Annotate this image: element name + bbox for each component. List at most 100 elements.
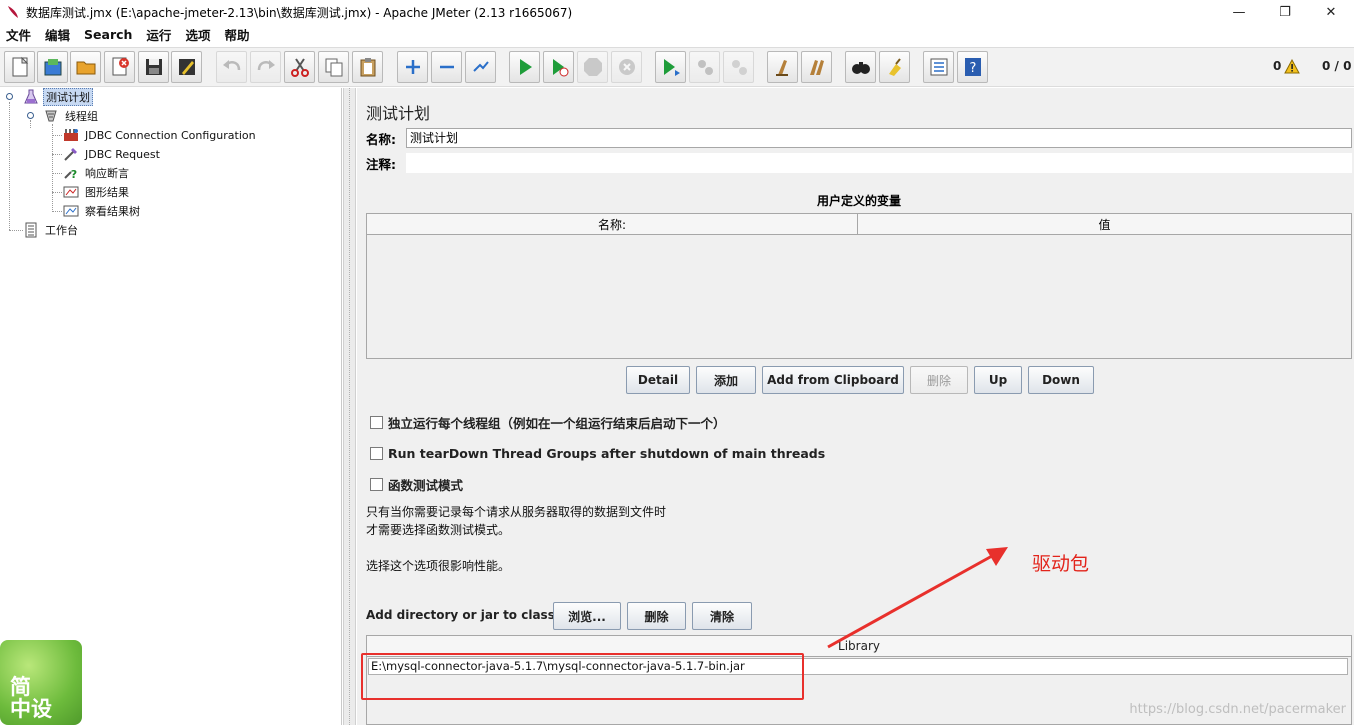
column-name[interactable]: 名称: bbox=[367, 214, 858, 234]
new-button[interactable] bbox=[4, 51, 35, 83]
table-header: 名称: 值 bbox=[367, 214, 1351, 235]
tree-node-jdbc-connection[interactable]: JDBC Connection Configuration bbox=[62, 126, 258, 144]
remote-exit-button[interactable] bbox=[723, 51, 754, 83]
minimize-button[interactable]: — bbox=[1216, 0, 1262, 24]
name-label: 名称: bbox=[366, 131, 396, 147]
user-variables-title: 用户定义的变量 bbox=[816, 194, 901, 208]
tree-node-test-plan[interactable]: 测试计划 bbox=[22, 88, 93, 106]
clear-button[interactable] bbox=[767, 51, 798, 83]
test-plan-icon bbox=[24, 89, 38, 104]
comment-label: 注释: bbox=[366, 156, 396, 172]
tree-node-jdbc-request[interactable]: JDBC Request bbox=[62, 145, 162, 163]
column-value[interactable]: 值 bbox=[858, 214, 1351, 234]
remote-exit-icon bbox=[731, 60, 747, 75]
collapse-all-button[interactable] bbox=[431, 51, 462, 83]
tree-node-graph-results[interactable]: 图形结果 bbox=[62, 183, 131, 201]
thread-group-icon bbox=[45, 110, 57, 122]
add-from-clipboard-button[interactable]: Add from Clipboard bbox=[762, 366, 904, 394]
clear-icon bbox=[775, 60, 788, 76]
name-field[interactable]: 测试计划 bbox=[406, 128, 1352, 148]
reset-search-icon bbox=[888, 58, 901, 76]
graph-results-icon bbox=[63, 186, 79, 198]
menu-file[interactable]: 文件 bbox=[6, 25, 31, 44]
tree-node-workbench[interactable]: 工作台 bbox=[22, 221, 80, 239]
close-button[interactable]: ✕ bbox=[1308, 0, 1354, 24]
start-no-pause-button[interactable] bbox=[543, 51, 574, 83]
delete-button[interactable]: 删除 bbox=[910, 366, 968, 394]
tree-node-thread-group[interactable]: 线程组 bbox=[42, 107, 100, 125]
remote-start-button[interactable] bbox=[655, 51, 686, 83]
tree-collapse-toggle[interactable] bbox=[5, 92, 14, 101]
templates-button[interactable] bbox=[37, 51, 68, 83]
functional-mode-checkbox[interactable] bbox=[370, 477, 383, 491]
tree-collapse-toggle[interactable] bbox=[26, 111, 35, 120]
search-button[interactable] bbox=[845, 51, 876, 83]
close-file-button[interactable] bbox=[104, 51, 135, 83]
up-button[interactable]: Up bbox=[974, 366, 1022, 394]
tree-node-label: 图形结果 bbox=[85, 186, 129, 199]
test-plan-panel: 测试计划 名称: 测试计划 注释: 用户定义的变量 名称: 值 Detail 添… bbox=[357, 88, 1354, 725]
menu-edit[interactable]: 编辑 bbox=[45, 25, 70, 44]
serialize-thread-groups-checkbox[interactable] bbox=[370, 415, 383, 429]
down-button[interactable]: Down bbox=[1028, 366, 1094, 394]
toggle-button[interactable] bbox=[465, 51, 496, 83]
comment-field[interactable] bbox=[406, 153, 1352, 173]
comment-row: 注释: bbox=[366, 152, 1352, 174]
jdbc-config-icon bbox=[64, 129, 78, 141]
start-button[interactable] bbox=[509, 51, 540, 83]
test-plan-tree: 测试计划 线程组 JDBC Connection Configuration J… bbox=[0, 88, 342, 725]
functional-note-2: 才需要选择函数测试模式。 bbox=[366, 523, 511, 537]
open-button[interactable] bbox=[70, 51, 101, 83]
check-label: 函数测试模式 bbox=[388, 477, 464, 493]
detail-button[interactable]: Detail bbox=[626, 366, 690, 394]
collapse-icon bbox=[439, 65, 454, 69]
redo-button[interactable] bbox=[250, 51, 281, 83]
stop-button[interactable] bbox=[577, 51, 608, 83]
check-label: Run tearDown Thread Groups after shutdow… bbox=[388, 445, 826, 461]
clear-all-button[interactable] bbox=[801, 51, 832, 83]
name-row: 名称: 测试计划 bbox=[366, 127, 1352, 149]
remote-stop-button[interactable] bbox=[689, 51, 720, 83]
function-helper-icon bbox=[930, 58, 947, 76]
tree-node-results-tree[interactable]: 察看结果树 bbox=[62, 202, 142, 220]
serialize-thread-groups-row[interactable]: 独立运行每个线程组（例如在一个组运行结束后启动下一个） bbox=[370, 412, 726, 432]
undo-button[interactable] bbox=[216, 51, 247, 83]
teardown-checkbox[interactable] bbox=[370, 446, 383, 460]
error-count: 0 bbox=[1273, 59, 1282, 73]
window-title: 数据库测试.jmx (E:\apache-jmeter-2.13\bin\数据库… bbox=[26, 5, 573, 20]
pane-splitter[interactable] bbox=[343, 88, 356, 725]
copy-button[interactable] bbox=[318, 51, 349, 83]
classpath-delete-button[interactable]: 删除 bbox=[627, 602, 686, 630]
shutdown-button[interactable] bbox=[611, 51, 642, 83]
search-icon bbox=[851, 62, 870, 74]
annotation-label: 驱动包 bbox=[1032, 553, 1090, 575]
classpath-clear-button[interactable]: 清除 bbox=[692, 602, 752, 630]
reset-search-button[interactable] bbox=[879, 51, 910, 83]
check-label: 独立运行每个线程组（例如在一个组运行结束后启动下一个） bbox=[388, 415, 726, 431]
jdbc-request-icon bbox=[64, 148, 77, 161]
cut-button[interactable] bbox=[284, 51, 315, 83]
add-button[interactable]: 添加 bbox=[696, 366, 756, 394]
cut-icon bbox=[290, 58, 309, 77]
save-button[interactable] bbox=[138, 51, 169, 83]
save-as-button[interactable] bbox=[171, 51, 202, 83]
undo-icon bbox=[222, 60, 240, 71]
toolbar: ? 0 0 / 0 bbox=[0, 47, 1354, 87]
menu-help[interactable]: 帮助 bbox=[224, 25, 249, 44]
redo-icon bbox=[257, 60, 275, 71]
tree-node-label: JDBC Request bbox=[85, 147, 160, 161]
functional-mode-row[interactable]: 函数测试模式 bbox=[370, 474, 463, 494]
svg-text:?: ? bbox=[969, 61, 976, 76]
menu-run[interactable]: 运行 bbox=[146, 25, 171, 44]
paste-button[interactable] bbox=[352, 51, 383, 83]
menu-options[interactable]: 选项 bbox=[185, 25, 210, 44]
teardown-row[interactable]: Run tearDown Thread Groups after shutdow… bbox=[370, 443, 825, 463]
jmeter-feather-icon bbox=[8, 6, 18, 18]
function-helper-button[interactable] bbox=[923, 51, 954, 83]
menu-search[interactable]: Search bbox=[84, 27, 132, 42]
restore-button[interactable]: ❐ bbox=[1262, 0, 1308, 24]
expand-all-button[interactable] bbox=[397, 51, 428, 83]
browse-button[interactable]: 浏览... bbox=[553, 602, 621, 630]
tree-node-response-assertion[interactable]: ? 响应断言 bbox=[62, 164, 131, 182]
help-button[interactable]: ? bbox=[957, 51, 988, 83]
